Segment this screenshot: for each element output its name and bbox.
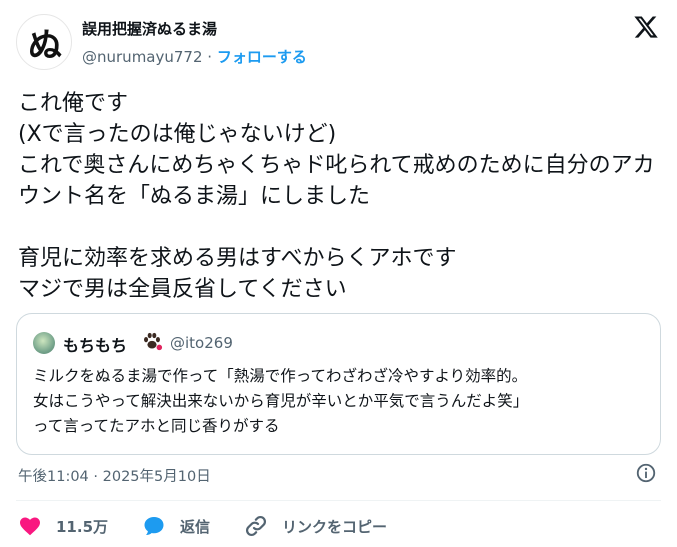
tweet-text: これ俺です (Xで言ったのは俺じゃないけど) これで奥さんにめちゃくちゃド叱られ… xyxy=(18,91,655,302)
tweet-timestamp[interactable]: 午後11:04 · 2025年5月10日 xyxy=(18,465,211,486)
quoted-avatar[interactable] xyxy=(33,332,55,354)
divider xyxy=(16,500,661,501)
chat-bubble-icon xyxy=(144,517,164,535)
quoted-text: ミルクをぬるま湯で作って「熱湯で作ってわざわざ冷やすより効率的。 女はこうやって… xyxy=(33,367,529,435)
paw-print-icon xyxy=(144,332,163,351)
follow-button[interactable]: フォローする xyxy=(217,48,307,66)
separator-dot: · xyxy=(207,48,213,66)
like-button[interactable]: 11.5万 xyxy=(18,514,108,538)
copy-link-button[interactable]: リンクをコピー xyxy=(244,514,387,538)
copy-link-label: リンクをコピー xyxy=(282,517,388,536)
quoted-display-name[interactable]: もちもち xyxy=(63,332,127,356)
link-icon xyxy=(246,515,267,537)
quoted-tweet[interactable]: もちもち @ito269 ミルクをぬるま湯で作って「熱湯で作ってわざわざ冷やすよ… xyxy=(16,313,661,455)
author-avatar[interactable]: ぬ xyxy=(16,14,72,70)
like-count: 11.5万 xyxy=(56,517,109,536)
heart-icon xyxy=(20,517,40,536)
action-bar: 11.5万 返信 リンクをコピー xyxy=(18,512,421,540)
author-handle[interactable]: @nurumayu772 xyxy=(82,48,203,66)
info-icon[interactable] xyxy=(635,462,657,484)
author-subline: @nurumayu772 · フォローする xyxy=(82,46,307,67)
author-display-name[interactable]: 誤用把握済ぬるま湯 xyxy=(82,18,217,39)
reply-label: 返信 xyxy=(180,517,211,536)
quoted-handle[interactable]: @ito269 xyxy=(170,334,233,352)
reply-button[interactable]: 返信 xyxy=(142,514,210,538)
x-logo-icon[interactable] xyxy=(633,14,659,40)
